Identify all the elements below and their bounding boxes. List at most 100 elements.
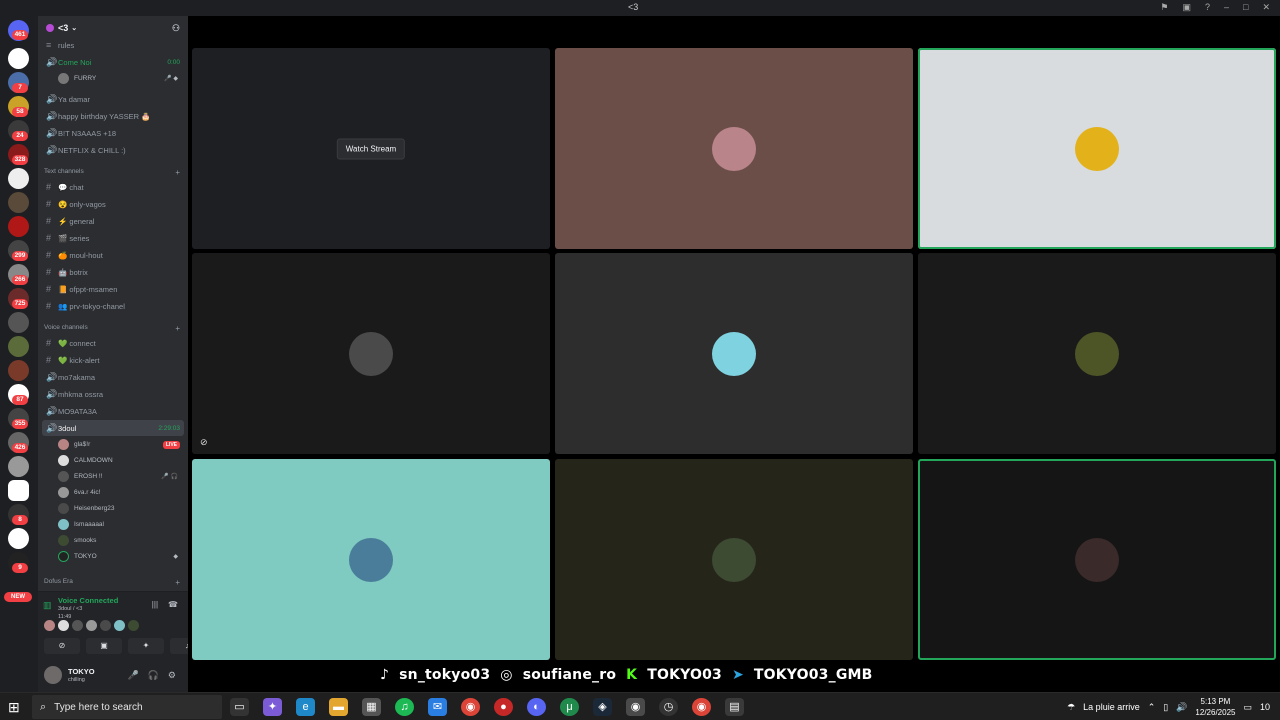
close-icon[interactable]: ✕ xyxy=(1262,2,1270,13)
channel-connect[interactable]: # 💚 connect xyxy=(42,335,184,351)
store-icon[interactable]: ▦ xyxy=(362,698,381,716)
clock[interactable]: 5:13 PM 12/26/2025 xyxy=(1195,696,1235,718)
channel-prv-tokyo[interactable]: # 👥 prv-tokyo-chanel xyxy=(42,298,184,314)
server-icon[interactable] xyxy=(8,168,29,189)
server-icon[interactable] xyxy=(8,360,29,381)
server-icon[interactable] xyxy=(8,192,29,213)
voice-user[interactable]: Heisenberg23 xyxy=(58,501,184,516)
channel-netflix[interactable]: 🔊 NETFLIX & CHILL :) xyxy=(42,142,184,158)
mail-icon[interactable]: ✉ xyxy=(428,698,447,716)
microphone-icon[interactable]: 🎤 xyxy=(127,670,138,681)
voice-user[interactable]: gla$!r LIVE xyxy=(58,437,184,452)
clock-app-icon[interactable]: ◷ xyxy=(659,698,678,716)
participant-tile[interactable] xyxy=(192,459,550,660)
category-text[interactable]: Text channels + xyxy=(44,168,184,177)
chrome-icon[interactable]: ◉ xyxy=(461,698,480,716)
channel-ofppt[interactable]: # 📙 ofppt-msamen xyxy=(42,281,184,297)
add-channel-icon[interactable]: + xyxy=(175,578,180,587)
taskbar-search[interactable]: ⌕ Type here to search xyxy=(32,695,222,719)
volume-icon[interactable]: 🔊 xyxy=(1176,702,1187,713)
watch-stream-button[interactable]: Watch Stream xyxy=(336,138,406,159)
utorrent-icon[interactable]: μ xyxy=(560,698,579,716)
task-view-icon[interactable]: ▭ xyxy=(230,698,249,716)
new-pill[interactable]: NEW xyxy=(4,592,32,602)
channel-mo7akama[interactable]: 🔊 mo7akama xyxy=(42,369,184,385)
server-icon[interactable] xyxy=(8,456,29,477)
windows-start-icon[interactable]: ⊞ xyxy=(8,699,20,716)
copilot-icon[interactable]: ✦ xyxy=(263,698,282,716)
gear-icon[interactable]: ⚙ xyxy=(168,670,176,681)
channel-chat[interactable]: # 💬 chat xyxy=(42,179,184,195)
channel-rules[interactable]: ≡ rules xyxy=(42,37,184,53)
noise-suppression-icon[interactable]: ||| xyxy=(152,600,158,609)
channel-mo9ata3a[interactable]: 🔊 MO9ATA3A xyxy=(42,403,184,419)
inbox-icon[interactable]: ⚑ xyxy=(1160,2,1168,13)
activities-button[interactable]: ✦ xyxy=(128,638,164,654)
participant-tile[interactable] xyxy=(555,459,913,660)
weather-text[interactable]: La pluie arrive xyxy=(1083,702,1140,712)
chevron-up-icon[interactable]: ⌃ xyxy=(1148,702,1156,713)
discord-icon[interactable]: ◐ xyxy=(527,698,546,716)
screen-icon[interactable]: ▣ xyxy=(1182,2,1191,13)
steam-icon[interactable]: ◈ xyxy=(593,698,612,716)
participant-tile[interactable] xyxy=(918,459,1276,660)
maximize-icon[interactable]: □ xyxy=(1243,2,1248,13)
minimize-icon[interactable]: – xyxy=(1224,2,1229,13)
disconnect-icon[interactable]: ☎ xyxy=(168,600,178,609)
avatar[interactable] xyxy=(44,666,62,684)
calculator-icon[interactable]: ▤ xyxy=(725,698,744,716)
weather-icon[interactable]: ☂ xyxy=(1067,702,1075,713)
channel-general[interactable]: # ⚡ general xyxy=(42,213,184,229)
channel-come-noi[interactable]: 🔊 Come Noi 0:00 xyxy=(42,54,184,70)
participant-tile[interactable] xyxy=(555,253,913,454)
server-icon[interactable] xyxy=(8,480,29,501)
participant-tile[interactable] xyxy=(918,48,1276,249)
channel-birthday[interactable]: 🔊 happy birthday YASSER 🎂 xyxy=(42,108,184,124)
help-icon[interactable]: ? xyxy=(1205,2,1210,13)
channel-moul-hout[interactable]: # 🍊 moul-hout xyxy=(42,247,184,263)
category-dofus[interactable]: Dofus Era + xyxy=(44,578,184,587)
channel-3doul[interactable]: 🔊 3doul 2:29:03 xyxy=(42,420,184,436)
participant-tile[interactable] xyxy=(555,48,913,249)
category-voice[interactable]: Voice channels + xyxy=(44,324,184,333)
stream-tile[interactable]: Watch Stream xyxy=(192,48,550,249)
channel-only-vagos[interactable]: # 😵 only-vagos xyxy=(42,196,184,212)
voice-user[interactable]: smooks xyxy=(58,533,184,548)
screen-share-button[interactable]: ▣ xyxy=(86,638,122,654)
network-icon[interactable]: ▯ xyxy=(1163,702,1168,713)
channel-kick-alert[interactable]: # 💚 kick-alert xyxy=(42,352,184,368)
voice-status[interactable]: Voice Connected xyxy=(58,596,118,605)
chrome-active-icon[interactable]: ◉ xyxy=(626,698,645,716)
participant-tile[interactable]: ⊘ xyxy=(192,253,550,454)
channel-botrix[interactable]: # 🤖 botrix xyxy=(42,264,184,280)
channel-ya-damar[interactable]: 🔊 Ya damar xyxy=(42,91,184,107)
add-channel-icon[interactable]: + xyxy=(175,324,180,333)
signal-icon[interactable]: ▥ xyxy=(43,600,52,611)
username[interactable]: TOKYO xyxy=(68,667,95,676)
camera-off-button[interactable]: ⊘ xyxy=(44,638,80,654)
accessibility-icon[interactable] xyxy=(8,528,29,549)
server-icon[interactable] xyxy=(8,48,29,69)
server-icon[interactable] xyxy=(8,336,29,357)
participant-tile[interactable] xyxy=(918,253,1276,454)
voice-user[interactable]: 6va.r 4ic! xyxy=(58,485,184,500)
file-explorer-icon[interactable]: ▬ xyxy=(329,698,348,716)
channel-bit[interactable]: 🔊 B!T N3AAAS +18 xyxy=(42,125,184,141)
channel-series[interactable]: # 🎬 series xyxy=(42,230,184,246)
server-icon[interactable] xyxy=(8,216,29,237)
add-user-icon[interactable]: ⚇ xyxy=(172,23,180,34)
edge-icon[interactable]: e xyxy=(296,698,315,716)
app-icon[interactable]: ● xyxy=(494,698,513,716)
chrome-icon[interactable]: ◉ xyxy=(692,698,711,716)
voice-user[interactable]: TOKYO ◆ xyxy=(58,549,184,564)
spotify-icon[interactable]: ♫ xyxy=(395,698,414,716)
voice-user[interactable]: FURRY 🎤 ◆ xyxy=(58,71,184,86)
add-channel-icon[interactable]: + xyxy=(175,168,180,177)
channel-mhkma[interactable]: 🔊 mhkma ossra xyxy=(42,386,184,402)
voice-user[interactable]: CALMDOWN xyxy=(58,453,184,468)
headphones-icon[interactable]: 🎧 xyxy=(148,670,159,681)
notification-icon[interactable]: ▭ xyxy=(1243,702,1252,713)
voice-user[interactable]: EROSH !! 🎤 🎧 xyxy=(58,469,184,484)
server-icon[interactable] xyxy=(8,312,29,333)
voice-user[interactable]: Ismaaaaal xyxy=(58,517,184,532)
